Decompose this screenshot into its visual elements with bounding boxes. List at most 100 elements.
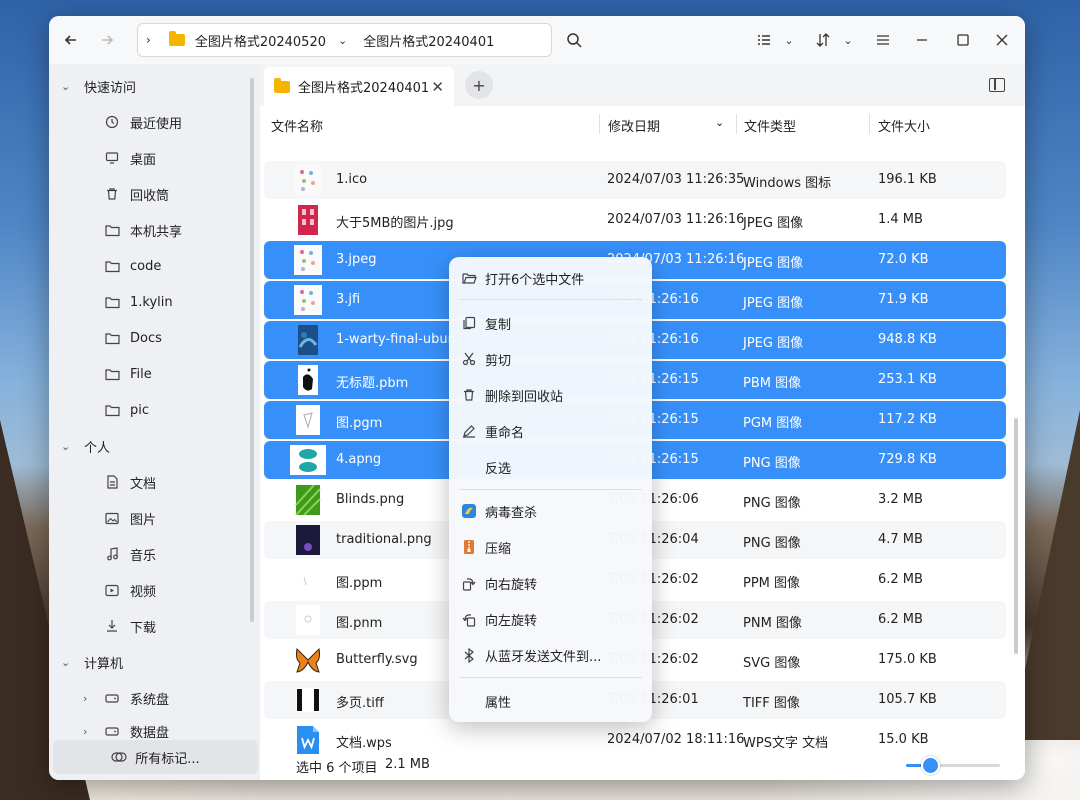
forward-button[interactable] xyxy=(95,28,119,52)
arrow-left-icon xyxy=(64,35,76,45)
chevron-right-icon[interactable]: › xyxy=(83,725,87,738)
menu-item-label: 向左旋转 xyxy=(485,613,538,629)
sidebar-item-videos[interactable]: 视频 xyxy=(49,575,260,605)
sidebar-item-downloads[interactable]: 下载 xyxy=(49,611,260,641)
menu-item-delete[interactable]: 删除到回收站 xyxy=(449,378,652,412)
column-name[interactable]: 文件名称 xyxy=(271,116,323,135)
sidebar-scrollbar[interactable] xyxy=(250,78,254,622)
zoom-slider-handle[interactable] xyxy=(920,756,940,775)
sidebar-item-label: 本机共享 xyxy=(130,224,183,240)
table-row[interactable]: 1.ico 2024/07/03 11:26:35 Windows 图标 196… xyxy=(264,161,1006,199)
toggle-detail-panel-icon[interactable] xyxy=(989,78,1005,92)
menu-item-label: 从蓝牙发送文件到... xyxy=(485,649,602,665)
file-date: 2024/07/03 11:26:16 xyxy=(607,212,745,227)
sidebar-item-label: Docs xyxy=(130,330,162,346)
sidebar-item-music[interactable]: 音乐 xyxy=(49,539,260,569)
sidebar-item-kylin[interactable]: 1.kylin xyxy=(49,287,260,317)
file-list-scrollbar[interactable] xyxy=(1014,418,1018,654)
file-thumbnail xyxy=(294,165,322,195)
menu-button[interactable] xyxy=(871,28,895,52)
menu-item-label: 病毒查杀 xyxy=(485,505,538,521)
sidebar-item-system-disk[interactable]: › 系统盘 xyxy=(49,683,260,713)
file-name: Blinds.png xyxy=(336,492,405,507)
menu-item-copy[interactable]: 复制 xyxy=(449,306,652,340)
sidebar-group-personal[interactable]: ⌄ 个人 xyxy=(49,431,260,461)
menu-item-properties[interactable]: 属性 xyxy=(449,684,652,718)
menu-item-label: 重命名 xyxy=(485,425,525,441)
breadcrumb-segment-2[interactable]: 全图片格式20240401 xyxy=(363,31,494,50)
sidebar-item-code[interactable]: code xyxy=(49,251,260,281)
column-size[interactable]: 文件大小 xyxy=(878,116,930,135)
sidebar-item-desktop[interactable]: 桌面 xyxy=(49,143,260,173)
sort-dropdown-icon[interactable]: ⌄ xyxy=(836,28,860,52)
menu-item-invert-selection[interactable]: 反选 xyxy=(449,450,652,484)
column-divider[interactable] xyxy=(736,114,737,134)
back-button[interactable] xyxy=(59,28,83,52)
menu-item-cut[interactable]: 剪切 xyxy=(449,342,652,376)
sidebar-item-pictures[interactable]: 图片 xyxy=(49,503,260,533)
menu-item-rename[interactable]: 重命名 xyxy=(449,414,652,448)
all-tags-button[interactable]: 所有标记... xyxy=(53,740,258,774)
file-size: 175.0 KB xyxy=(878,652,937,667)
file-size: 6.2 MB xyxy=(878,572,923,587)
sidebar-item-recent[interactable]: 最近使用 xyxy=(49,107,260,137)
menu-item-label: 复制 xyxy=(485,317,512,333)
chevron-down-icon[interactable]: ⌄ xyxy=(338,34,347,47)
table-row[interactable]: 大于5MB的图片.jpg 2024/07/03 11:26:16 JPEG 图像… xyxy=(264,201,1006,239)
tab-close-icon[interactable]: ✕ xyxy=(431,78,444,96)
maximize-button[interactable] xyxy=(951,28,975,52)
column-type[interactable]: 文件类型 xyxy=(744,116,796,135)
sidebar-group-computer[interactable]: ⌄ 计算机 xyxy=(49,647,260,677)
sort-chevron-down-icon[interactable]: ⌄ xyxy=(715,116,724,129)
view-mode-button[interactable] xyxy=(752,28,776,52)
sidebar-group-label: 个人 xyxy=(84,440,111,456)
tab-active[interactable]: 全图片格式20240401 ✕ xyxy=(264,67,454,106)
sidebar-item-docs[interactable]: Docs xyxy=(49,323,260,353)
zoom-slider[interactable] xyxy=(906,756,1000,775)
sidebar-item-label: pic xyxy=(130,402,150,418)
folder-icon xyxy=(274,77,290,93)
column-date[interactable]: 修改日期 xyxy=(608,116,660,135)
bluetooth-icon xyxy=(461,647,477,663)
file-date: 2024/07/03 11:26:35 xyxy=(607,172,745,187)
file-thumbnail xyxy=(294,285,322,315)
close-window-button[interactable] xyxy=(990,28,1014,52)
menu-item-antivirus[interactable]: 病毒查杀 xyxy=(449,494,652,528)
view-mode-dropdown-icon[interactable]: ⌄ xyxy=(777,28,801,52)
file-type: PNG 图像 xyxy=(743,496,801,511)
search-button[interactable] xyxy=(562,28,586,52)
file-name: 3.jfi xyxy=(336,292,361,307)
menu-item-label: 反选 xyxy=(485,461,512,477)
menu-item-bluetooth-send[interactable]: 从蓝牙发送文件到... xyxy=(449,638,652,672)
file-type: PNM 图像 xyxy=(743,616,802,631)
menu-item-compress[interactable]: 压缩 xyxy=(449,530,652,564)
sidebar-group-quick-access[interactable]: ⌄ 快速访问 xyxy=(49,71,260,101)
address-bar[interactable]: › 全图片格式20240520 ⌄ 全图片格式20240401 xyxy=(137,23,552,57)
sort-button[interactable] xyxy=(811,28,835,52)
file-thumbnail xyxy=(296,405,320,435)
menu-item-label: 剪切 xyxy=(485,353,512,369)
file-type: WPS文字 文档 xyxy=(743,736,829,751)
chevron-down-icon[interactable]: ⌄ xyxy=(61,440,70,453)
menu-item-rotate-right[interactable]: 向右旋转 xyxy=(449,566,652,600)
chevron-down-icon[interactable]: ⌄ xyxy=(61,80,70,93)
chevron-down-icon[interactable]: ⌄ xyxy=(61,656,70,669)
column-divider[interactable] xyxy=(599,114,600,134)
minimize-button[interactable] xyxy=(910,28,934,52)
sidebar-item-documents[interactable]: 文档 xyxy=(49,467,260,497)
sidebar-item-label: code xyxy=(130,258,162,274)
folder-outline-icon xyxy=(104,366,120,382)
chevron-right-icon[interactable]: › xyxy=(83,692,87,705)
breadcrumb-segment-1[interactable]: 全图片格式20240520 xyxy=(195,31,326,50)
column-divider[interactable] xyxy=(869,114,870,134)
breadcrumb-expand-icon[interactable]: › xyxy=(146,33,151,47)
menu-item-open[interactable]: 打开6个选中文件 xyxy=(449,261,652,295)
add-tab-button[interactable]: + xyxy=(465,71,493,99)
sidebar-item-pic[interactable]: pic xyxy=(49,395,260,425)
sidebar-item-file[interactable]: File xyxy=(49,359,260,389)
sidebar-item-label: File xyxy=(130,366,152,382)
sidebar-item-share[interactable]: 本机共享 xyxy=(49,215,260,245)
sidebar-item-trash[interactable]: 回收筒 xyxy=(49,179,260,209)
maximize-icon xyxy=(957,34,969,46)
menu-item-rotate-left[interactable]: 向左旋转 xyxy=(449,602,652,636)
